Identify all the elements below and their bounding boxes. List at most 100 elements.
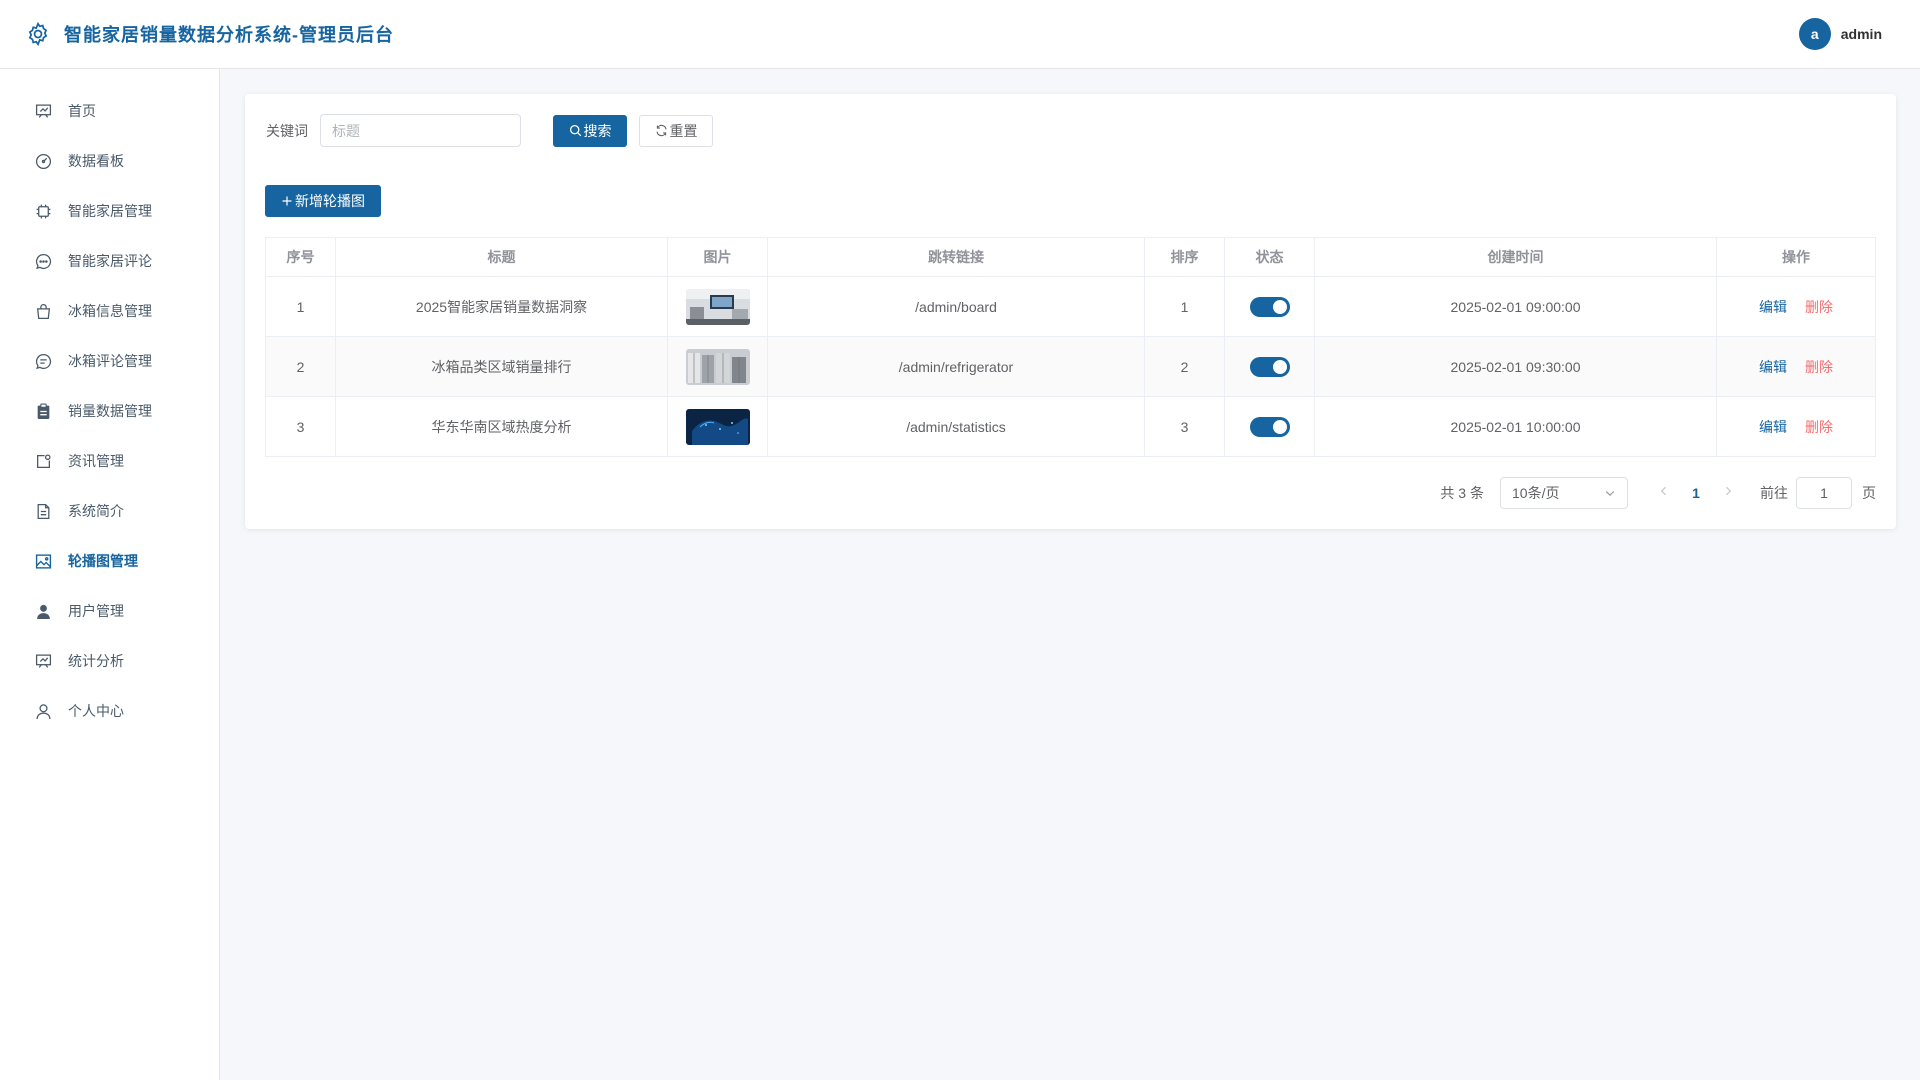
table-header-row: 序号 标题 图片 跳转链接 排序 状态 创建时间 操作 (265, 237, 1876, 277)
next-page-button[interactable] (1712, 484, 1744, 502)
username[interactable]: admin (1841, 26, 1882, 42)
sidebar-item-label: 冰箱信息管理 (68, 303, 152, 319)
delete-button[interactable]: 删除 (1805, 299, 1833, 315)
sidebar-item-statistics[interactable]: 统计分析 (0, 636, 219, 686)
notification-icon (35, 453, 52, 470)
column-header-image: 图片 (667, 237, 768, 277)
sidebar-item-smart-home[interactable]: 智能家居管理 (0, 186, 219, 236)
sidebar: 首页 数据看板 智能家居管理 智能家居评论 冰箱信息管理 冰箱评论管理 销量数据… (0, 69, 220, 1080)
sidebar-item-label: 数据看板 (68, 153, 124, 169)
chat-dots-icon (35, 253, 52, 270)
document-icon (35, 503, 52, 520)
cell-created: 2025-02-01 10:00:00 (1314, 396, 1717, 457)
sidebar-item-dashboard[interactable]: 数据看板 (0, 136, 219, 186)
cpu-icon (35, 203, 52, 220)
column-header-status: 状态 (1224, 237, 1315, 277)
keyword-label: 关键词 (266, 122, 308, 139)
reset-button[interactable]: 重置 (639, 114, 713, 147)
carousel-table: 序号 标题 图片 跳转链接 排序 状态 创建时间 操作 1 2025智能家居销量… (265, 237, 1876, 457)
sidebar-item-fridge-comments[interactable]: 冰箱评论管理 (0, 336, 219, 386)
edit-button[interactable]: 编辑 (1759, 299, 1787, 315)
user-filled-icon (35, 603, 52, 620)
cell-actions: 编辑 删除 (1716, 396, 1876, 457)
column-header-actions: 操作 (1716, 237, 1876, 277)
chat-line-icon (35, 353, 52, 370)
column-header-created: 创建时间 (1314, 237, 1717, 277)
carousel-thumbnail[interactable] (685, 408, 750, 445)
cell-sort: 3 (1144, 396, 1225, 457)
app-title: 智能家居销量数据分析系统-管理员后台 (64, 25, 394, 45)
cell-status (1224, 276, 1315, 337)
presentation-icon (35, 103, 52, 120)
sidebar-item-news[interactable]: 资讯管理 (0, 436, 219, 486)
page-size-value: 10条/页 (1512, 485, 1560, 501)
sidebar-item-label: 用户管理 (68, 603, 124, 619)
cell-link: /admin/refrigerator (767, 336, 1145, 397)
carousel-thumbnail[interactable] (685, 288, 750, 325)
page-number-current[interactable]: 1 (1680, 485, 1712, 501)
sidebar-item-home[interactable]: 首页 (0, 86, 219, 136)
content-card: 关键词 搜索 重置 新增轮播图 序号 标题 图片 跳转链接 排序 状态 (245, 94, 1896, 529)
edit-button[interactable]: 编辑 (1759, 359, 1787, 375)
chevron-right-icon (1726, 486, 1732, 496)
sidebar-item-fridge-info[interactable]: 冰箱信息管理 (0, 286, 219, 336)
sidebar-item-label: 资讯管理 (68, 453, 124, 469)
goto-page-input[interactable] (1796, 477, 1852, 509)
add-carousel-button[interactable]: 新增轮播图 (265, 185, 381, 217)
sidebar-item-label: 智能家居评论 (68, 253, 152, 269)
delete-button[interactable]: 删除 (1805, 359, 1833, 375)
cell-link: /admin/statistics (767, 396, 1145, 457)
goto-label: 前往 (1760, 485, 1788, 501)
cell-link: /admin/board (767, 276, 1145, 337)
cell-status (1224, 336, 1315, 397)
sidebar-item-carousel[interactable]: 轮播图管理 (0, 536, 219, 586)
reset-button-label: 重置 (669, 122, 698, 139)
prev-page-button[interactable] (1648, 484, 1680, 502)
column-header-index: 序号 (265, 237, 336, 277)
cell-sort: 2 (1144, 336, 1225, 397)
status-toggle[interactable] (1249, 356, 1290, 377)
plus-icon (282, 196, 292, 206)
table-row: 1 2025智能家居销量数据洞察 /admin/board 1 2025-02-… (265, 276, 1876, 337)
top-header: 智能家居销量数据分析系统-管理员后台 a admin (0, 0, 1920, 69)
carousel-thumbnail[interactable] (685, 348, 750, 385)
keyword-input[interactable] (320, 114, 521, 147)
table-row: 3 华东华南区域热度分析 /admin/statistics 3 2025-02… (265, 396, 1876, 457)
sidebar-item-system-intro[interactable]: 系统简介 (0, 486, 219, 536)
column-header-title: 标题 (335, 237, 668, 277)
shopping-bag-icon (35, 303, 52, 320)
delete-button[interactable]: 删除 (1805, 419, 1833, 435)
goto-suffix: 页 (1862, 485, 1876, 501)
sidebar-item-label: 冰箱评论管理 (68, 353, 152, 369)
cell-title: 冰箱品类区域销量排行 (335, 336, 668, 397)
sidebar-item-label: 智能家居管理 (68, 203, 152, 219)
sidebar-item-label: 销量数据管理 (68, 403, 152, 419)
cell-title: 2025智能家居销量数据洞察 (335, 276, 668, 337)
search-button[interactable]: 搜索 (553, 114, 627, 147)
status-toggle[interactable] (1249, 296, 1290, 317)
avatar[interactable]: a (1798, 18, 1831, 50)
page-size-select[interactable]: 10条/页 (1500, 477, 1628, 509)
search-form: 关键词 搜索 重置 (266, 114, 713, 147)
user-menu[interactable]: a admin (1798, 18, 1882, 50)
refresh-icon (655, 124, 667, 137)
gear-icon (25, 21, 51, 47)
pagination: 共 3 条 10条/页 1 前往 页 (1440, 477, 1876, 509)
sidebar-item-users[interactable]: 用户管理 (0, 586, 219, 636)
cell-status (1224, 396, 1315, 457)
data-board-icon (35, 653, 52, 670)
cell-index: 1 (265, 276, 336, 337)
column-header-link: 跳转链接 (767, 237, 1145, 277)
chevron-down-icon (1605, 491, 1615, 497)
sidebar-item-label: 统计分析 (68, 653, 124, 669)
user-icon (35, 703, 52, 720)
cell-index: 3 (265, 396, 336, 457)
edit-button[interactable]: 编辑 (1759, 419, 1787, 435)
sidebar-item-sales-data[interactable]: 销量数据管理 (0, 386, 219, 436)
sidebar-item-label: 系统简介 (68, 503, 124, 519)
cell-index: 2 (265, 336, 336, 397)
status-toggle[interactable] (1249, 416, 1290, 437)
table-row: 2 冰箱品类区域销量排行 /admin/refrigerator 2 2025-… (265, 336, 1876, 397)
sidebar-item-profile[interactable]: 个人中心 (0, 686, 219, 736)
sidebar-item-smart-home-comments[interactable]: 智能家居评论 (0, 236, 219, 286)
